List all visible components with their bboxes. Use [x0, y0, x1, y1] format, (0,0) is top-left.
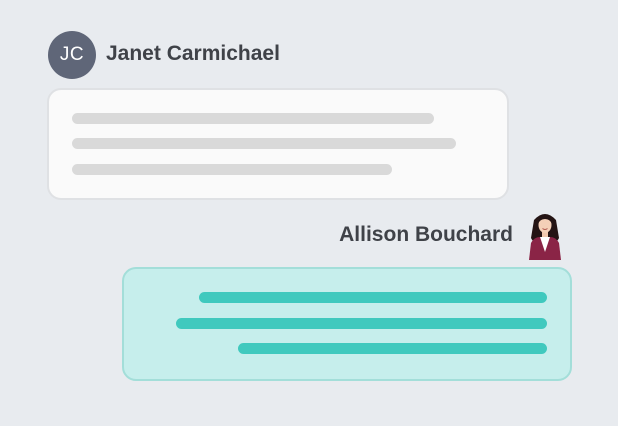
text-line-placeholder — [72, 113, 434, 124]
text-line-placeholder — [72, 164, 392, 175]
text-line-placeholder — [72, 138, 456, 149]
incoming-message-bubble[interactable] — [47, 88, 509, 200]
sender-name-outgoing[interactable]: Allison Bouchard — [339, 223, 513, 247]
sender-name-incoming[interactable]: Janet Carmichael — [106, 42, 280, 66]
text-line-placeholder — [199, 292, 547, 303]
avatar-initials-text: JC — [59, 44, 85, 65]
text-line-placeholder — [238, 343, 547, 354]
outgoing-message-bubble[interactable] — [122, 267, 572, 381]
text-line-placeholder — [176, 318, 547, 329]
avatar-janet-carmichael[interactable]: JC — [48, 31, 96, 79]
avatar-allison-bouchard[interactable] — [525, 210, 565, 260]
